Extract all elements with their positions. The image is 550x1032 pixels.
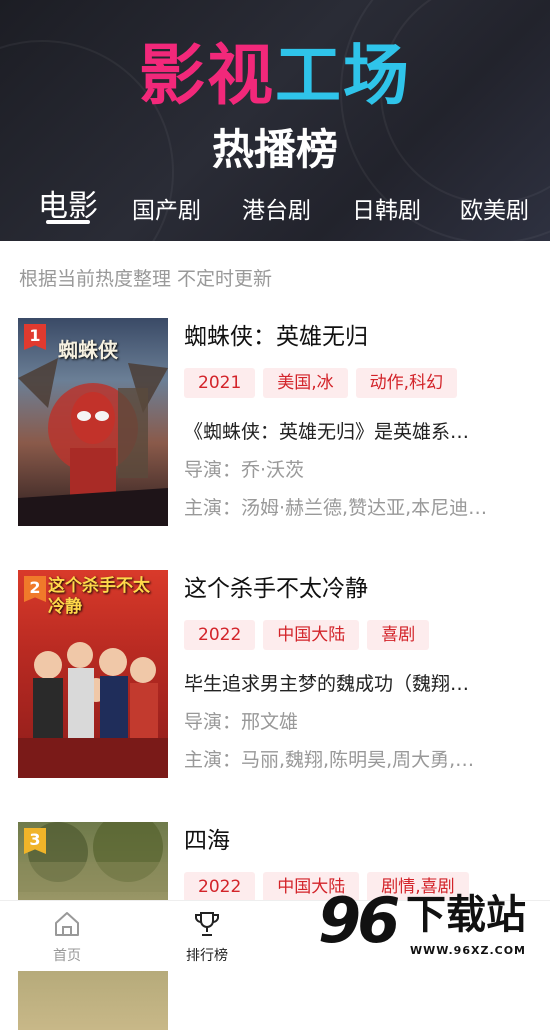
category-tabs: 电影 国产剧 港台剧 日韩剧 欧美剧: [0, 190, 550, 236]
list-item[interactable]: 这个杀手不太冷静 2 这个杀手不太冷静 2022 中国大陆 喜剧 毕生追求男主梦的魏…: [0, 570, 550, 780]
logo-part2: 工场: [275, 37, 411, 114]
tab-domestic-series[interactable]: 国产剧: [132, 196, 201, 226]
movie-title[interactable]: 蜘蛛侠：英雄无归: [184, 321, 368, 353]
nav-ranking[interactable]: 排行榜: [167, 909, 247, 965]
watermark-label: 下载站: [406, 892, 526, 938]
logo-part1: 影视: [139, 37, 275, 114]
movie-cast: 主演：马丽,魏翔,陈明昊,周大勇,…: [184, 749, 475, 771]
tag-genre: 喜剧: [367, 620, 430, 650]
tag-list: 2021 美国,冰 动作,科幻: [184, 368, 465, 400]
poster-title: 蜘蛛侠: [58, 338, 118, 362]
watermark-url: WWW.96XZ.COM: [410, 944, 526, 957]
tab-movies[interactable]: 电影: [38, 192, 98, 224]
page-title: 热播榜: [211, 125, 338, 174]
movie-director: 导演：邢文雄: [184, 711, 299, 733]
movie-cast: 主演：汤姆·赫兰德,赞达亚,本尼迪…: [184, 497, 488, 519]
tag-genre: 动作,科幻: [355, 368, 458, 398]
movie-poster[interactable]: 这个杀手不太冷静 2: [18, 570, 168, 778]
movie-description: 毕生追求男主梦的魏成功（魏翔…: [184, 673, 470, 695]
watermark-digits: 96: [318, 884, 400, 957]
tag-year: 2021: [184, 368, 256, 398]
movie-poster[interactable]: 蜘蛛侠 1: [18, 318, 168, 526]
movie-director: 导演：乔·沃茨: [184, 459, 305, 481]
movie-title[interactable]: 这个杀手不太冷静: [184, 573, 368, 605]
movie-title[interactable]: 四海: [184, 825, 230, 857]
tag-year: 2022: [184, 872, 256, 902]
tab-western-series[interactable]: 欧美剧: [460, 196, 529, 226]
nav-ranking-label: 排行榜: [186, 948, 228, 964]
tag-region: 美国,冰: [263, 368, 348, 398]
trophy-icon: [195, 912, 219, 936]
app-logo: 影视工场: [0, 36, 550, 116]
tag-region: 中国大陆: [263, 620, 360, 650]
tag-year: 2022: [184, 620, 256, 650]
tag-list: 2022 中国大陆 喜剧: [184, 620, 437, 652]
update-notice: 根据当前热度整理 不定时更新: [19, 268, 273, 290]
watermark-logo: 96 下载站 WWW.96XZ.COM: [318, 884, 550, 970]
poster-title: 这个杀手不太冷静: [48, 576, 150, 617]
tab-hk-tw-series[interactable]: 港台剧: [242, 196, 311, 226]
hero-header: 影视工场 热播榜 电影 国产剧 港台剧 日韩剧 欧美剧: [0, 0, 550, 241]
tab-jp-kr-series[interactable]: 日韩剧: [352, 196, 421, 226]
home-icon: [55, 912, 79, 936]
nav-home[interactable]: 首页: [27, 909, 107, 965]
list-item[interactable]: 蜘蛛侠 1 蜘蛛侠：英雄无归 2021 美国,冰 动作,科幻 《蜘蛛侠：英雄无归》是…: [0, 318, 550, 528]
movie-description: 《蜘蛛侠：英雄无归》是英雄系…: [184, 421, 470, 443]
nav-home-label: 首页: [53, 948, 81, 964]
